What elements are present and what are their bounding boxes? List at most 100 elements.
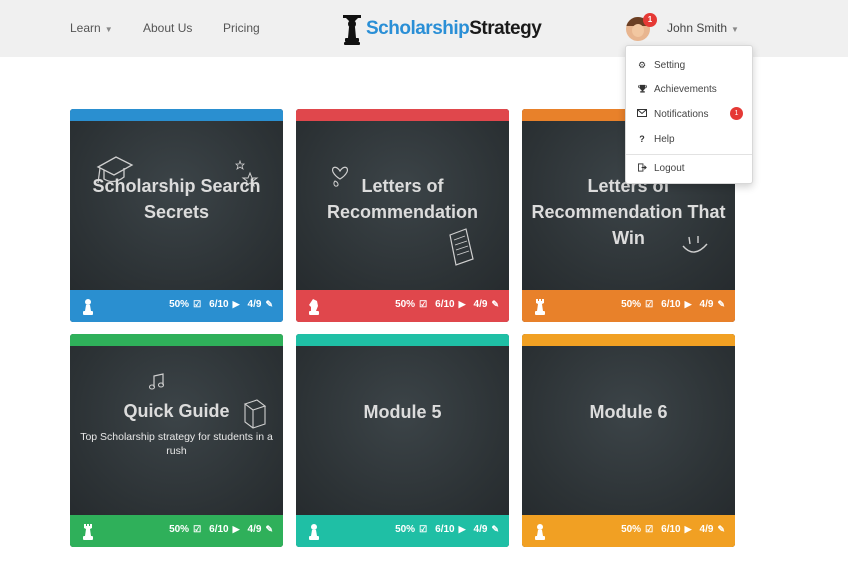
menu-item-label: Setting (654, 59, 686, 71)
menu-item-label: Achievements (654, 83, 717, 95)
trophy-icon (637, 84, 647, 95)
menu-item-logout[interactable]: Logout (626, 157, 752, 179)
card-footer: 50% ☑ 6/10 ▶ 4/9 ✎ (522, 290, 735, 322)
video-icon: ▶ (232, 524, 240, 534)
nav-learn[interactable]: Learn ▼ (70, 21, 113, 35)
card-color-stripe (296, 334, 509, 346)
chess-pawn-icon (309, 524, 319, 540)
videos-count: 4/9 (699, 299, 714, 310)
chalkboard: Scholarship Search Secrets (70, 121, 283, 290)
videos-count: 4/9 (699, 524, 714, 535)
course-card[interactable]: Quick Guide Top Scholarship strategy for… (70, 334, 283, 547)
card-stats: 50% ☑ 6/10 ▶ 4/9 ✎ (395, 299, 499, 310)
checkbox-icon: ☑ (193, 299, 202, 309)
video-icon: ▶ (232, 299, 240, 309)
notifications-count-badge: 1 (730, 107, 743, 120)
paper-doodle-icon (449, 228, 474, 266)
checkbox-icon: ☑ (645, 299, 654, 309)
nav-about-us[interactable]: About Us (143, 21, 192, 35)
gear-icon: ⚙ (637, 59, 647, 70)
card-stats: 50% ☑ 6/10 ▶ 4/9 ✎ (621, 524, 725, 535)
tasks-count: 6/10 (209, 299, 229, 310)
chess-pawn-icon (535, 524, 545, 540)
video-icon: ▶ (458, 524, 466, 534)
card-footer: 50% ☑ 6/10 ▶ 4/9 ✎ (296, 290, 509, 322)
menu-item-label: Help (654, 133, 675, 145)
nav-pricing[interactable]: Pricing (223, 21, 260, 35)
card-title: Module 5 (363, 402, 442, 422)
progress-percent: 50% (395, 299, 416, 310)
progress-percent: 50% (169, 524, 190, 535)
nav-about-us-label: About Us (143, 21, 193, 35)
videos-count: 4/9 (247, 524, 262, 535)
pencil-icon: ✎ (265, 299, 273, 309)
card-stats: 50% ☑ 6/10 ▶ 4/9 ✎ (395, 524, 499, 535)
envelope-icon (637, 109, 647, 119)
card-footer: 50% ☑ 6/10 ▶ 4/9 ✎ (70, 515, 283, 547)
videos-count: 4/9 (247, 299, 262, 310)
user-menu-toggle[interactable]: John Smith ▼ (667, 21, 739, 35)
user-name: John Smith (667, 21, 728, 35)
menu-item-achievements[interactable]: Achievements (626, 78, 752, 100)
progress-percent: 50% (621, 299, 642, 310)
chess-pawn-icon (83, 299, 93, 315)
tasks-count: 6/10 (209, 524, 229, 535)
logout-icon (637, 162, 647, 174)
card-stats: 50% ☑ 6/10 ▶ 4/9 ✎ (169, 299, 273, 310)
menu-item-notifications[interactable]: Notifications 1 (626, 103, 752, 125)
menu-item-help[interactable]: ? Help (626, 128, 752, 150)
chalkboard: Quick Guide Top Scholarship strategy for… (70, 346, 283, 515)
card-color-stripe (296, 109, 509, 121)
chess-king-icon (343, 15, 361, 45)
logo-text: ScholarshipStrategy (366, 18, 542, 40)
videos-count: 4/9 (473, 299, 488, 310)
pencil-icon: ✎ (717, 524, 725, 534)
tasks-count: 6/10 (661, 524, 681, 535)
user-dropdown-menu: ⚙ Setting Achievements Notifications 1 ?… (625, 45, 753, 184)
card-color-stripe (70, 109, 283, 121)
card-footer: 50% ☑ 6/10 ▶ 4/9 ✎ (296, 515, 509, 547)
card-stats: 50% ☑ 6/10 ▶ 4/9 ✎ (621, 299, 725, 310)
chalkboard: Module 5 (296, 346, 509, 515)
nav-learn-label: Learn (70, 21, 101, 35)
course-card[interactable]: Module 5 50% ☑ 6/10 ▶ 4/9 ✎ (296, 334, 509, 547)
logo[interactable]: ScholarshipStrategy (342, 12, 542, 46)
progress-percent: 50% (621, 524, 642, 535)
logo-text-part1: Scholarship (366, 18, 470, 39)
menu-divider (626, 154, 752, 155)
progress-percent: 50% (395, 524, 416, 535)
course-card[interactable]: Scholarship Search Secrets 50% ☑ 6/10 ▶ … (70, 109, 283, 322)
videos-count: 4/9 (473, 524, 488, 535)
chevron-down-icon: ▼ (104, 25, 113, 34)
chalkboard: Letters of Recommendation (296, 121, 509, 290)
logo-text-part2: Strategy (469, 18, 542, 39)
pencil-icon: ✎ (717, 299, 725, 309)
card-footer: 50% ☑ 6/10 ▶ 4/9 ✎ (522, 515, 735, 547)
card-stats: 50% ☑ 6/10 ▶ 4/9 ✎ (169, 524, 273, 535)
chess-rook-icon (535, 299, 545, 315)
card-color-stripe (522, 334, 735, 346)
card-title: Letters of Recommendation That Win (531, 176, 726, 248)
progress-percent: 50% (169, 299, 190, 310)
card-color-stripe (70, 334, 283, 346)
pencil-icon: ✎ (265, 524, 273, 534)
checkbox-icon: ☑ (419, 524, 428, 534)
chess-rook-icon (83, 524, 93, 540)
question-icon: ? (639, 134, 645, 144)
card-title: Scholarship Search Secrets (92, 176, 261, 222)
card-title: Module 6 (589, 402, 668, 422)
tasks-count: 6/10 (661, 299, 681, 310)
tasks-count: 6/10 (435, 524, 455, 535)
pencil-icon: ✎ (491, 299, 499, 309)
chevron-down-icon: ▼ (731, 25, 739, 34)
course-card[interactable]: Letters of Recommendation 50% ☑ 6/10 ▶ 4… (296, 109, 509, 322)
menu-item-setting[interactable]: ⚙ Setting (626, 54, 752, 76)
checkbox-icon: ☑ (193, 524, 202, 534)
video-icon: ▶ (684, 524, 692, 534)
card-subtitle: Top Scholarship strategy for students in… (80, 431, 273, 457)
video-icon: ▶ (458, 299, 466, 309)
course-card[interactable]: Module 6 50% ☑ 6/10 ▶ 4/9 ✎ (522, 334, 735, 547)
checkbox-icon: ☑ (645, 524, 654, 534)
pencil-icon: ✎ (491, 524, 499, 534)
tasks-count: 6/10 (435, 299, 455, 310)
